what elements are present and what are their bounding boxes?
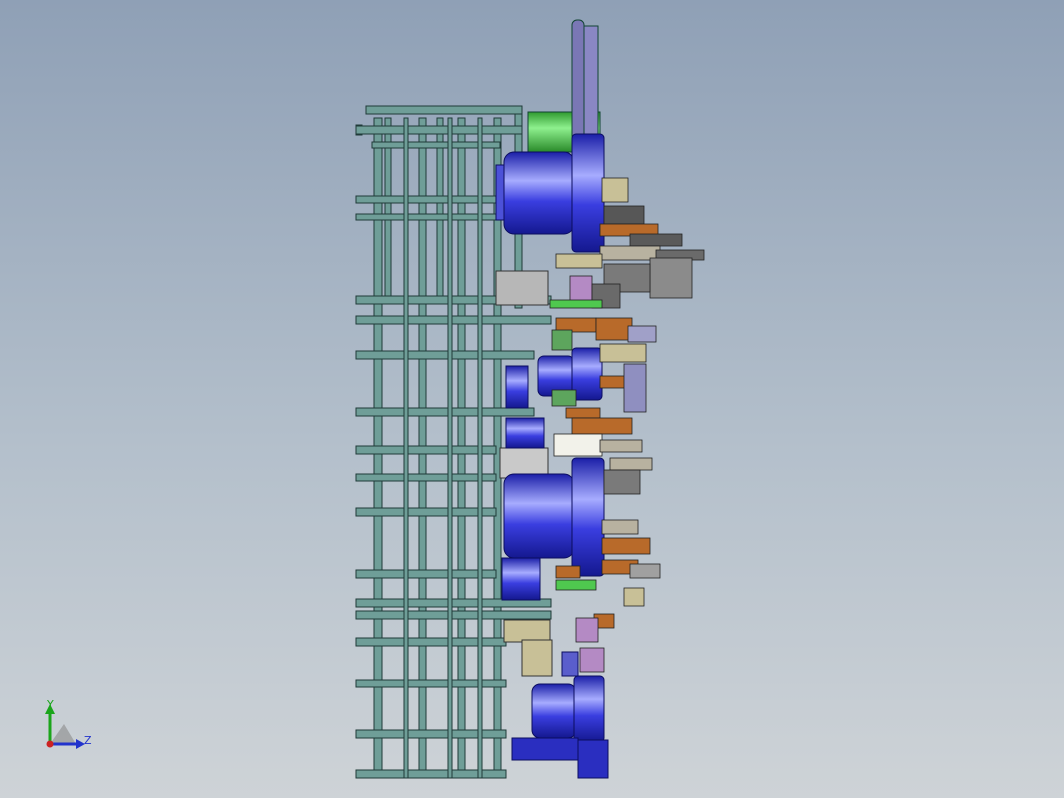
roller-upper [495,133,605,253]
y-axis-label: Y [47,698,54,711]
machine-model-3d-view[interactable] [0,0,1064,798]
graphics-viewport[interactable]: Y Z [0,0,1064,798]
z-axis-label: Z [84,734,92,747]
top-green-drum [527,19,601,153]
tooling-details [549,177,705,673]
roller-lower [501,457,605,601]
orientation-triad: Y Z [36,698,106,758]
